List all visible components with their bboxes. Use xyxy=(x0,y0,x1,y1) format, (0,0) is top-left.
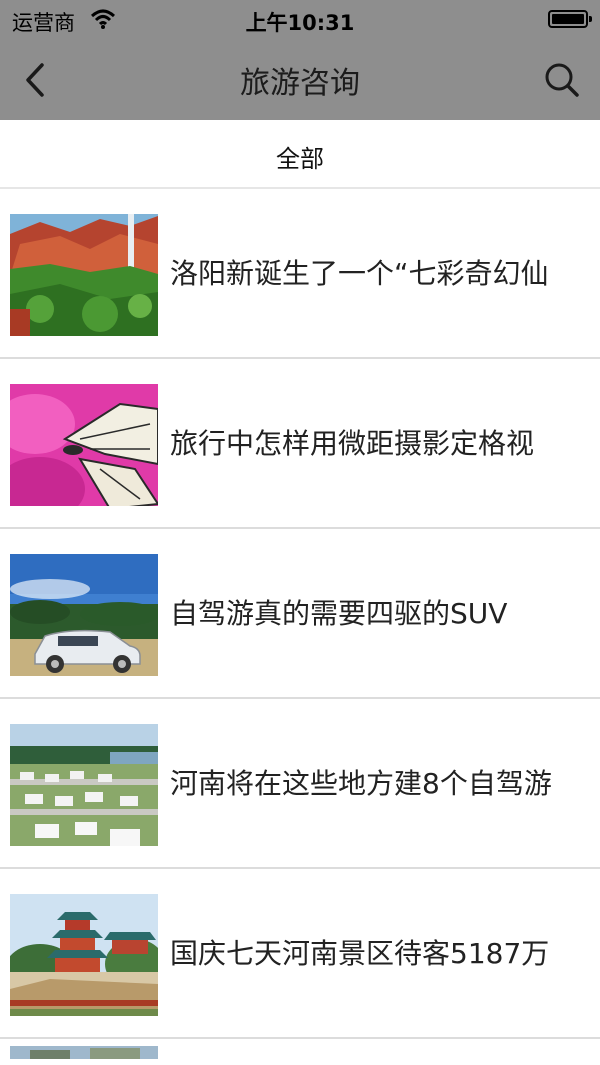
article-title: 旅行中怎样用微距摄影定格视 xyxy=(170,427,535,460)
status-bar: 运营商 上午10:31 xyxy=(0,0,600,40)
thumbnail-chinese-pagoda xyxy=(10,894,158,1016)
list-item[interactable]: 旅行中怎样用微距摄影定格视 xyxy=(0,359,600,529)
thumbnail-partial xyxy=(10,1045,158,1059)
list-item-partial[interactable] xyxy=(0,1039,600,1059)
thumbnail-rv-campsite xyxy=(10,724,158,846)
list-item[interactable]: 自驾游真的需要四驱的SUV xyxy=(0,529,600,699)
thumbnail-white-suv xyxy=(10,554,158,676)
article-title: 洛阳新诞生了一个“七彩奇幻仙 xyxy=(170,257,549,290)
filter-all-tab[interactable]: 全部 xyxy=(0,139,600,174)
thumbnail-red-cliff-landscape xyxy=(10,214,158,336)
list-item[interactable]: 洛阳新诞生了一个“七彩奇幻仙 xyxy=(0,189,600,359)
article-title: 自驾游真的需要四驱的SUV xyxy=(170,597,508,630)
search-icon[interactable] xyxy=(544,62,580,98)
article-title: 河南将在这些地方建8个自驾游 xyxy=(170,767,552,800)
category-filter-bar: 全部 xyxy=(0,120,600,189)
nav-bar: 旅游咨询 xyxy=(0,40,600,120)
article-title: 国庆七天河南景区待客5187万 xyxy=(170,937,550,970)
thumbnail-butterfly-on-pink-flower xyxy=(10,384,158,506)
article-list: 洛阳新诞生了一个“七彩奇幻仙 旅行中怎样用微距摄影定格视 自驾游真的需要四驱的S… xyxy=(0,189,600,1059)
page-title: 旅游咨询 xyxy=(240,66,360,101)
list-item[interactable]: 国庆七天河南景区待客5187万 xyxy=(0,869,600,1039)
list-item[interactable]: 河南将在这些地方建8个自驾游 xyxy=(0,699,600,869)
clock: 上午10:31 xyxy=(245,11,355,35)
battery-icon xyxy=(548,10,592,28)
